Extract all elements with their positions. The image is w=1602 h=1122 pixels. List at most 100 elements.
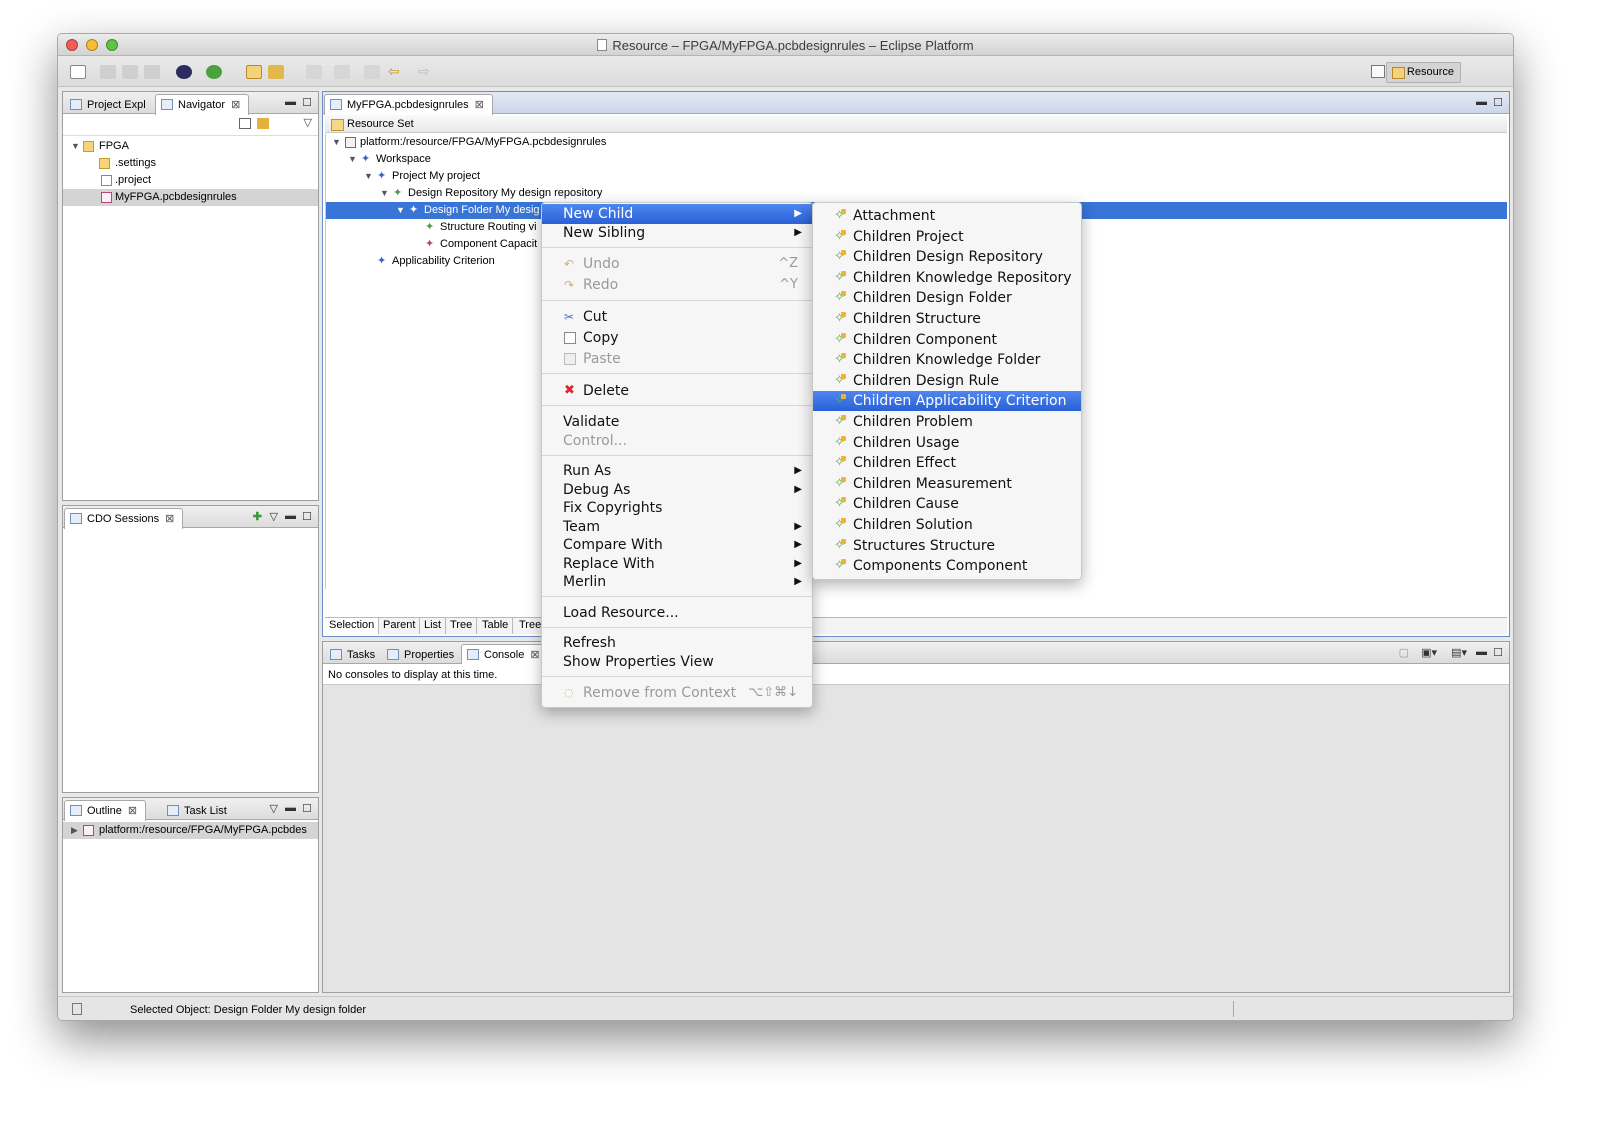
submenu-item-children-measurement[interactable]: ✧ Children Measurement [813,474,1081,494]
tab-task-list[interactable]: Task List [161,800,236,820]
tree-item[interactable]: ▼ ✦ Design Repository My design repository [326,185,1507,202]
submenu-item-children-problem[interactable]: ✧ Children Problem [813,412,1081,432]
save-all-icon[interactable] [122,65,138,79]
expanded-icon[interactable]: ▼ [332,134,341,151]
page-tab-selection[interactable]: Selection [325,618,380,634]
tab-cdo-sessions[interactable]: CDO Sessions ⊠ [64,508,184,529]
forward-icon[interactable]: ⇨ [418,64,434,79]
menu-item-load-resource[interactable]: Load Resource... [542,603,812,623]
submenu-item-children-design-folder[interactable]: ✧ Children Design Folder [813,288,1081,308]
menu-item-control[interactable]: Control... [542,431,812,451]
minimize-icon[interactable]: ▬ [285,96,296,108]
tab-tasks[interactable]: Tasks [324,644,384,664]
menu-item-undo[interactable]: ↶ Undo ^Z [542,254,812,274]
submenu-item-children-applicability-criterion[interactable]: ✧ Children Applicability Criterion [813,391,1081,412]
menu-item-new-child[interactable]: New Child ▶ [542,204,812,224]
tree-item[interactable]: ▶ platform:/resource/FPGA/MyFPGA.pcbdes [63,822,318,839]
tab-navigator[interactable]: Navigator ⊠ [155,94,250,115]
print-icon[interactable] [144,65,160,79]
submenu-item-children-project[interactable]: ✧ Children Project [813,227,1081,247]
last-edit-icon[interactable] [364,65,380,79]
submenu-item-children-effect[interactable]: ✧ Children Effect [813,453,1081,473]
minimize-icon[interactable]: ▬ [285,510,296,522]
submenu-item-children-solution[interactable]: ✧ Children Solution [813,515,1081,535]
resource-set-header[interactable]: Resource Set [325,115,1507,133]
maximize-icon[interactable]: ☐ [302,96,312,109]
submenu-item-children-cause[interactable]: ✧ Children Cause [813,494,1081,514]
search-icon[interactable] [268,65,284,79]
tree-item[interactable]: .project [63,172,318,189]
page-tab-parent[interactable]: Parent [379,618,421,634]
submenu-item-structures-structure[interactable]: ✧ Structures Structure [813,536,1081,556]
tree-item[interactable]: ▼ FPGA [63,138,318,155]
menu-item-copy[interactable]: Copy [542,328,812,348]
close-icon[interactable]: ⊠ [530,649,539,661]
minimize-icon[interactable]: ▬ [1476,646,1487,658]
page-tab-tree[interactable]: Tree [446,618,478,634]
save-icon[interactable] [100,65,116,79]
close-icon[interactable]: ⊠ [231,99,240,111]
display-console-icon[interactable]: ▣▾ [1421,646,1437,659]
open-folder-icon[interactable] [246,65,262,79]
close-icon[interactable]: ⊠ [475,99,484,111]
page-tab-list[interactable]: List [420,618,447,634]
collapse-all-icon[interactable] [239,118,251,129]
minimize-icon[interactable]: ▬ [1476,96,1487,108]
tree-item[interactable]: ▼ platform:/resource/FPGA/MyFPGA.pcbdesig… [326,134,1507,151]
submenu-item-children-usage[interactable]: ✧ Children Usage [813,433,1081,453]
maximize-icon[interactable]: ☐ [1493,646,1503,659]
menu-item-debug-as[interactable]: Debug As ▶ [542,480,812,500]
view-menu-icon[interactable]: ▽ [270,802,278,815]
cdo-icon[interactable] [176,65,192,79]
open-console-icon[interactable]: ▤▾ [1451,646,1467,659]
page-tab-table[interactable]: Table [478,618,514,634]
tab-console[interactable]: Console ⊠ [461,644,549,665]
tab-project-explorer[interactable]: Project Expl [64,94,155,114]
menu-item-new-sibling[interactable]: New Sibling ▶ [542,223,812,243]
menu-item-run-as[interactable]: Run As ▶ [542,461,812,481]
menu-item-fix-copyrights[interactable]: Fix Copyrights [542,498,812,518]
expanded-icon[interactable]: ▼ [71,138,80,155]
menu-item-paste[interactable]: Paste [542,349,812,369]
expanded-icon[interactable]: ▼ [396,202,405,219]
submenu-item-children-knowledge-repository[interactable]: ✧ Children Knowledge Repository [813,268,1081,288]
tab-properties[interactable]: Properties [381,644,463,664]
minimize-icon[interactable]: ▬ [285,802,296,814]
expanded-icon[interactable]: ▼ [364,168,373,185]
tree-item[interactable]: ▼ ✦ Workspace [326,151,1507,168]
view-menu-icon[interactable]: ▽ [304,116,312,129]
close-icon[interactable]: ⊠ [128,805,137,817]
tree-item[interactable]: MyFPGA.pcbdesignrules [63,189,318,206]
maximize-icon[interactable]: ☐ [302,510,312,523]
open-perspective-icon[interactable] [1371,65,1385,78]
menu-item-show-properties-view[interactable]: Show Properties View [542,652,812,672]
fast-view-icon[interactable] [72,1003,82,1015]
add-icon[interactable]: ✚ [253,510,262,523]
title-bar[interactable]: Resource – FPGA/MyFPGA.pcbdesignrules – … [58,34,1513,56]
back-icon[interactable]: ⇦ [388,64,404,79]
prev-annotation-icon[interactable] [334,65,350,79]
submenu-item-children-component[interactable]: ✧ Children Component [813,330,1081,350]
menu-item-delete[interactable]: ✖ Delete [542,381,812,401]
run-icon[interactable] [206,65,222,79]
menu-item-remove-from-context[interactable]: ◌ Remove from Context ⌥⇧⌘↓ [542,683,812,703]
submenu-item-children-design-rule[interactable]: ✧ Children Design Rule [813,371,1081,391]
menu-item-validate[interactable]: Validate [542,412,812,432]
menu-item-cut[interactable]: ✂ Cut [542,307,812,327]
expanded-icon[interactable]: ▼ [348,151,357,168]
submenu-item-attachment[interactable]: ✧ Attachment [813,206,1081,226]
menu-item-compare-with[interactable]: Compare With ▶ [542,535,812,555]
view-menu-icon[interactable]: ▽ [270,510,278,523]
tree-item[interactable]: ▼ ✦ Project My project [326,168,1507,185]
expanded-icon[interactable]: ▼ [380,185,389,202]
next-annotation-icon[interactable] [306,65,322,79]
tab-outline[interactable]: Outline ⊠ [64,800,147,821]
new-icon[interactable] [70,65,86,79]
close-icon[interactable]: ⊠ [165,513,174,525]
tree-item[interactable]: .settings [63,155,318,172]
menu-item-refresh[interactable]: Refresh [542,633,812,653]
menu-item-redo[interactable]: ↷ Redo ^Y [542,275,812,295]
maximize-icon[interactable]: ☐ [302,802,312,815]
maximize-icon[interactable]: ☐ [1493,96,1503,109]
pin-console-icon[interactable]: ▢ [1399,646,1409,659]
